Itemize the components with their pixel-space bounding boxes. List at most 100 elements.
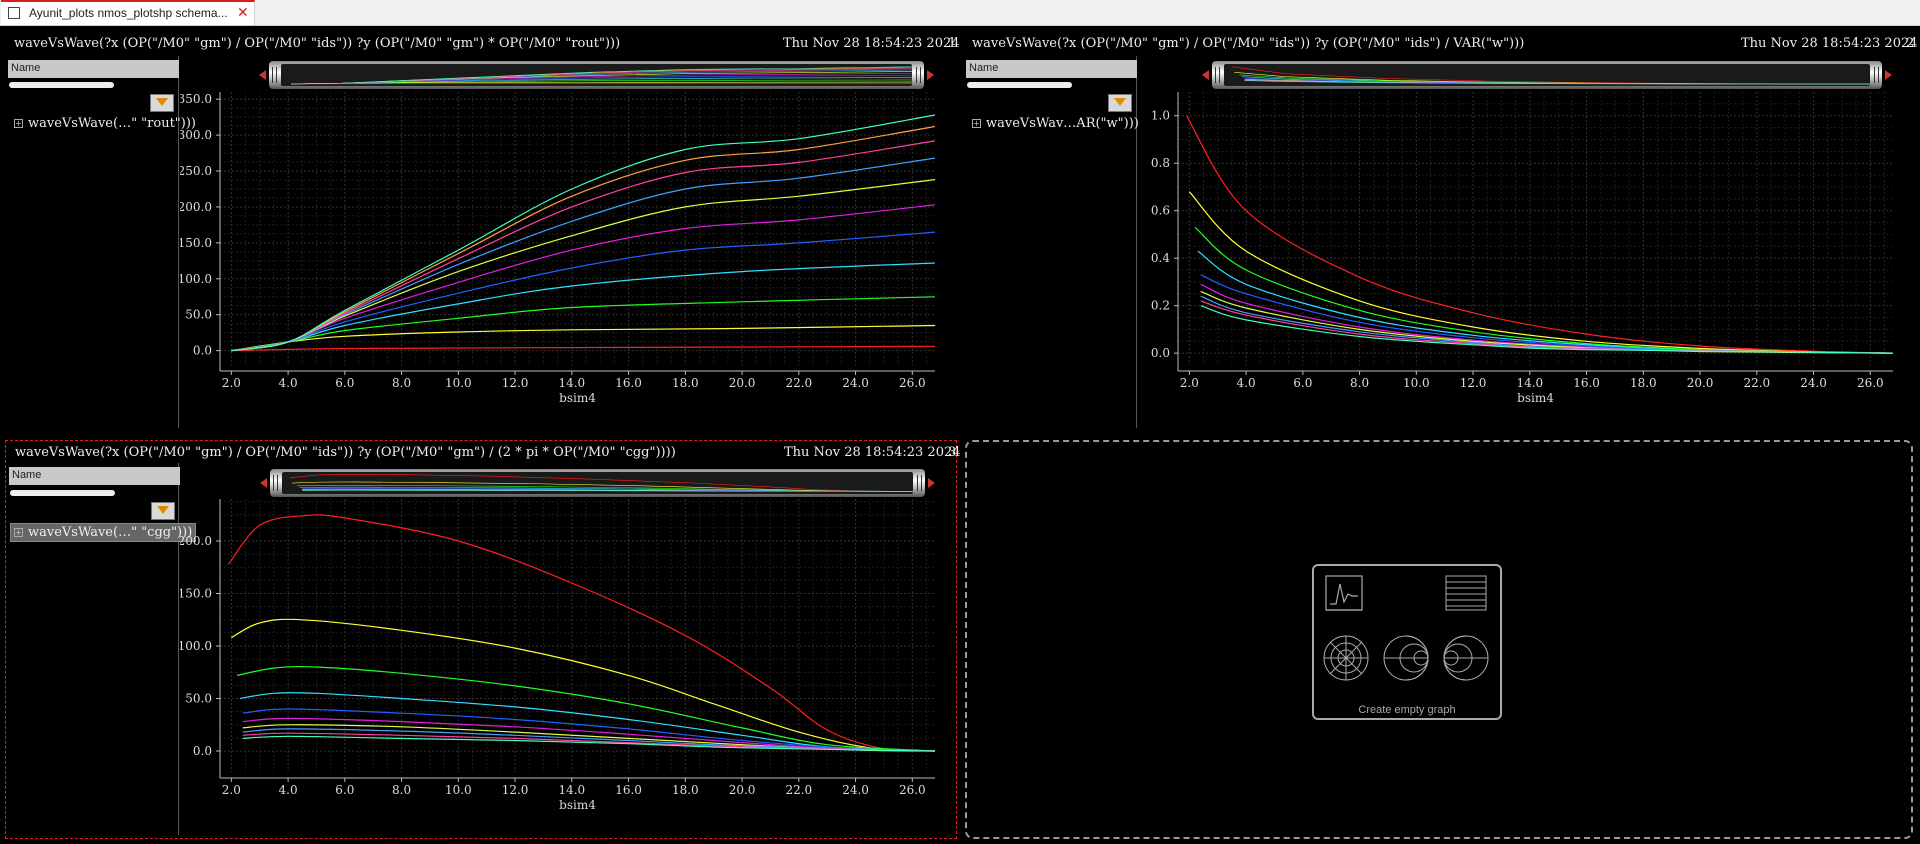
y-tick-label: 50.0 [185, 692, 212, 706]
sidebar-slider[interactable] [10, 490, 115, 496]
y-tick-label: 0.0 [193, 744, 212, 758]
document-tab[interactable]: Ayunit_plots nmos_plotshp schema... ✕ [1, 0, 255, 25]
tab-bar: Ayunit_plots nmos_plotshp schema... ✕ [0, 0, 1920, 26]
x-axis-label: bsim4 [559, 798, 596, 812]
x-tick-label: 26.0 [899, 783, 926, 797]
overview-preview [282, 472, 913, 494]
trace-item[interactable]: + waveVsWav…AR("w"))) [972, 116, 1139, 131]
graph-number: 3 [948, 445, 957, 460]
x-tick-label: 26.0 [899, 376, 926, 390]
tab-title: Ayunit_plots nmos_plotshp schema... [29, 6, 228, 20]
y-tick-label: 1.0 [1151, 109, 1170, 123]
trace-label: waveVsWave(…" "rout"))) [28, 116, 196, 131]
smith-admittance-icon [1443, 635, 1489, 681]
series-line [1200, 283, 1894, 354]
x-tick-label: 20.0 [729, 783, 756, 797]
close-icon[interactable]: ✕ [237, 5, 249, 21]
filter-icon[interactable] [150, 94, 174, 112]
sidebar-slider[interactable] [9, 82, 114, 88]
x-tick-label: 18.0 [1630, 376, 1657, 390]
create-empty-graph-label: Create empty graph [1358, 704, 1456, 716]
trace-item[interactable]: + waveVsWave(…" "rout"))) [14, 116, 196, 131]
y-tick-label: 50.0 [185, 308, 212, 322]
overview-trace [1242, 77, 1870, 84]
x-tick-label: 8.0 [392, 783, 411, 797]
overview-strip[interactable] [260, 469, 935, 497]
empty-graph-area[interactable]: Create empty graph [965, 440, 1913, 839]
overview-strip[interactable] [259, 61, 934, 89]
scroll-left-arrow-icon[interactable] [259, 70, 266, 80]
x-tick-label: 14.0 [558, 783, 585, 797]
x-tick-label: 22.0 [785, 376, 812, 390]
x-tick-label: 12.0 [502, 783, 529, 797]
y-tick-label: 0.0 [1151, 346, 1170, 360]
x-tick-label: 4.0 [279, 783, 298, 797]
scroll-left-arrow-icon[interactable] [260, 478, 267, 488]
x-axis-label: bsim4 [1517, 391, 1554, 405]
right-handle[interactable] [1874, 67, 1879, 83]
expand-icon[interactable]: + [14, 528, 23, 537]
x-tick-label: 22.0 [785, 783, 812, 797]
name-column-header[interactable]: Name [8, 60, 179, 78]
trace-item-selected[interactable]: + waveVsWave(…" "cgg"))) [10, 523, 197, 542]
create-empty-graph-button[interactable]: Create empty graph [1312, 564, 1502, 720]
y-tick-label: 150.0 [180, 236, 212, 250]
left-handle[interactable] [273, 475, 278, 491]
x-tick-label: 18.0 [672, 783, 699, 797]
trace-label: waveVsWave(…" "cgg"))) [28, 525, 193, 540]
y-tick-label: 0.6 [1151, 204, 1170, 218]
x-tick-label: 10.0 [445, 376, 472, 390]
expand-icon[interactable]: + [972, 119, 981, 128]
graph-type-icons [1323, 575, 1489, 681]
plot-area[interactable]: 2.0 4.0 6.0 8.0 10.0 12.0 14.0 16.0 18.0 20.0 22.0… [180, 499, 940, 834]
x-tick-label: 18.0 [672, 376, 699, 390]
x-tick-label: 6.0 [1293, 376, 1312, 390]
y-axis-label: (k) [1138, 220, 1139, 237]
y-tick-label: 300.0 [180, 128, 212, 142]
x-tick-label: 2.0 [222, 783, 241, 797]
series-line [1188, 191, 1894, 354]
x-tick-label: 6.0 [335, 376, 354, 390]
expand-icon[interactable]: + [14, 119, 23, 128]
rectangular-graph-icon [1325, 575, 1363, 611]
graph-panel-3[interactable]: waveVsWave(?x (OP("/M0" "gm") / OP("/M0"… [5, 440, 961, 839]
overview-preview [281, 64, 912, 86]
filter-icon[interactable] [151, 502, 175, 520]
plot-document-icon [8, 7, 20, 19]
x-tick-label: 14.0 [1516, 376, 1543, 390]
name-column-header[interactable]: Name [9, 467, 180, 485]
polar-graph-icon [1323, 635, 1369, 681]
sidebar-slider[interactable] [967, 82, 1072, 88]
left-handle[interactable] [272, 67, 277, 83]
graph-date: Thu Nov 28 18:54:23 2024 [784, 445, 961, 460]
scroll-right-arrow-icon[interactable] [927, 70, 934, 80]
plot-area[interactable]: 2.0 4.0 6.0 8.0 10.0 12.0 14.0 16.0 18.0 20.0 22.0… [1138, 92, 1898, 427]
graph-panel-2[interactable]: waveVsWave(?x (OP("/M0" "gm") / OP("/M0"… [962, 32, 1918, 432]
x-tick-label: 6.0 [335, 783, 354, 797]
y-tick-label: 0.2 [1151, 299, 1170, 313]
graph-number: 2 [1906, 36, 1915, 51]
name-column-header[interactable]: Name [966, 60, 1137, 78]
scroll-right-arrow-icon[interactable] [928, 478, 935, 488]
series-line [231, 204, 936, 352]
x-tick-label: 20.0 [1687, 376, 1714, 390]
right-handle[interactable] [917, 475, 922, 491]
y-tick-label: 200.0 [180, 534, 212, 548]
scroll-right-arrow-icon[interactable] [1885, 70, 1892, 80]
overview-traces [1224, 64, 1870, 86]
x-tick-label: 16.0 [1573, 376, 1600, 390]
left-handle[interactable] [1215, 67, 1220, 83]
series-line [231, 345, 936, 352]
scroll-left-arrow-icon[interactable] [1202, 70, 1209, 80]
x-tick-label: 2.0 [222, 376, 241, 390]
graph-title: waveVsWave(?x (OP("/M0" "gm") / OP("/M0"… [972, 36, 1525, 51]
graph-panel-1[interactable]: waveVsWave(?x (OP("/M0" "gm") / OP("/M0"… [4, 32, 960, 432]
x-tick-label: 8.0 [392, 376, 411, 390]
filter-icon[interactable] [1108, 94, 1132, 112]
y-tick-label: 100.0 [180, 272, 212, 286]
plot-area[interactable]: 2.0 4.0 6.0 8.0 10.0 12.0 14.0 16.0 18.0 20.0 22.0… [180, 92, 940, 427]
right-handle[interactable] [916, 67, 921, 83]
x-tick-label: 24.0 [842, 376, 869, 390]
overview-strip[interactable] [1202, 61, 1892, 89]
x-tick-label: 10.0 [1403, 376, 1430, 390]
